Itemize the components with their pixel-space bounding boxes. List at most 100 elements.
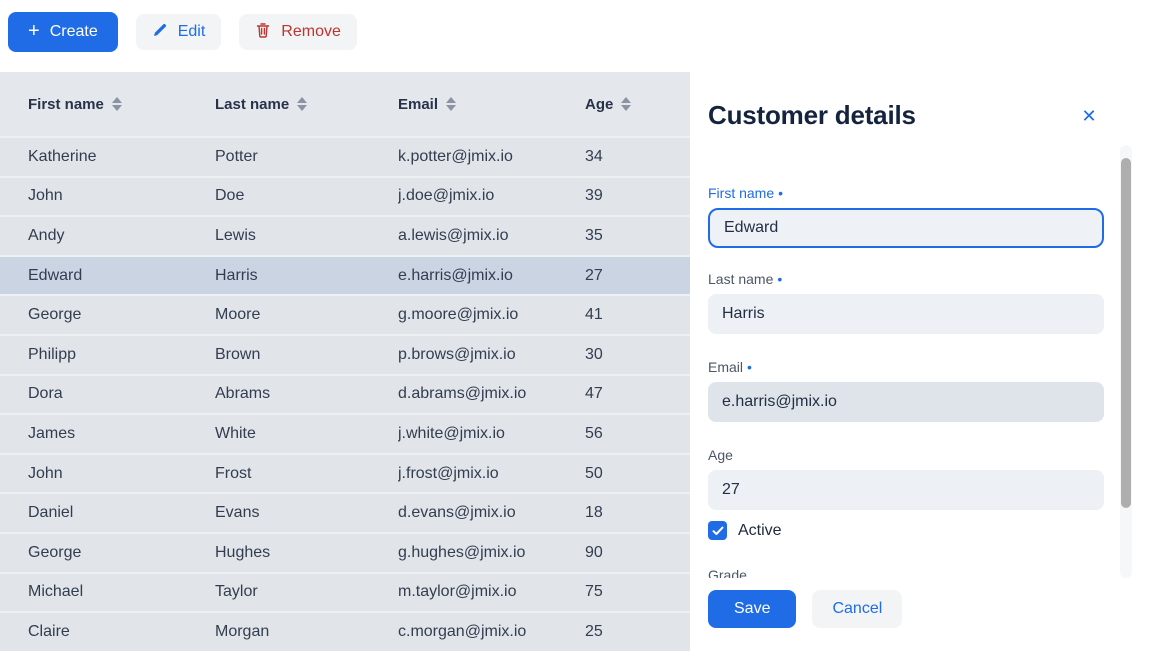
first-name-label: First name• bbox=[708, 185, 1104, 201]
table-cell: g.moore@jmix.io bbox=[398, 306, 585, 324]
email-field[interactable] bbox=[708, 382, 1104, 422]
grid-header-row: First name Last name EmailAge bbox=[0, 72, 690, 136]
panel-actions: Save Cancel bbox=[708, 590, 902, 628]
column-header-email[interactable]: Email bbox=[398, 96, 585, 113]
remove-button-label: Remove bbox=[281, 23, 341, 41]
table-row[interactable]: JamesWhitej.white@jmix.io56 bbox=[0, 413, 690, 453]
grade-label: Grade bbox=[708, 567, 1104, 578]
active-checkbox-row[interactable]: Active bbox=[708, 521, 1104, 540]
table-cell: Katherine bbox=[28, 148, 215, 166]
table-cell: j.white@jmix.io bbox=[398, 425, 585, 443]
table-cell: 25 bbox=[585, 623, 690, 641]
sort-arrows-icon[interactable] bbox=[297, 97, 307, 111]
remove-button[interactable]: Remove bbox=[239, 14, 357, 50]
panel-scrollbar-thumb[interactable] bbox=[1121, 158, 1131, 508]
sort-arrows-icon[interactable] bbox=[446, 97, 456, 111]
table-cell: 47 bbox=[585, 385, 690, 403]
table-row[interactable]: ClaireMorganc.morgan@jmix.io25 bbox=[0, 611, 690, 651]
table-cell: p.brows@jmix.io bbox=[398, 346, 585, 364]
table-cell: Evans bbox=[215, 504, 398, 522]
grid-body: KatherinePotterk.potter@jmix.io34JohnDoe… bbox=[0, 136, 690, 651]
table-cell: 50 bbox=[585, 465, 690, 483]
table-cell: George bbox=[28, 306, 215, 324]
table-cell: Philipp bbox=[28, 346, 215, 364]
email-label: Email• bbox=[708, 359, 1104, 375]
sort-arrows-icon[interactable] bbox=[112, 97, 122, 111]
last-name-label: Last name• bbox=[708, 271, 1104, 287]
table-row[interactable]: DoraAbramsd.abrams@jmix.io47 bbox=[0, 374, 690, 414]
table-cell: Doe bbox=[215, 187, 398, 205]
table-cell: e.harris@jmix.io bbox=[398, 267, 585, 285]
column-header-last-name[interactable]: Last name bbox=[215, 96, 398, 113]
active-checkbox-label: Active bbox=[738, 522, 782, 540]
table-cell: John bbox=[28, 465, 215, 483]
save-button[interactable]: Save bbox=[708, 590, 796, 628]
table-cell: j.doe@jmix.io bbox=[398, 187, 585, 205]
age-field[interactable] bbox=[708, 470, 1104, 510]
column-header-first-name[interactable]: First name bbox=[28, 96, 215, 113]
table-row[interactable]: EdwardHarrise.harris@jmix.io27 bbox=[0, 255, 690, 295]
table-cell: Frost bbox=[215, 465, 398, 483]
first-name-field[interactable] bbox=[708, 208, 1104, 248]
table-cell: 56 bbox=[585, 425, 690, 443]
pencil-icon bbox=[152, 22, 168, 43]
table-row[interactable]: KatherinePotterk.potter@jmix.io34 bbox=[0, 136, 690, 176]
table-row[interactable]: JohnDoej.doe@jmix.io39 bbox=[0, 176, 690, 216]
table-row[interactable]: GeorgeHughesg.hughes@jmix.io90 bbox=[0, 532, 690, 572]
table-cell: Hughes bbox=[215, 544, 398, 562]
table-cell: 27 bbox=[585, 267, 690, 285]
customer-details-panel: Customer details ✕ First name• Last name… bbox=[690, 0, 1150, 660]
table-cell: Lewis bbox=[215, 227, 398, 245]
table-cell: Potter bbox=[215, 148, 398, 166]
table-cell: Michael bbox=[28, 583, 215, 601]
table-cell: Harris bbox=[215, 267, 398, 285]
close-icon[interactable]: ✕ bbox=[1076, 103, 1102, 129]
table-cell: k.potter@jmix.io bbox=[398, 148, 585, 166]
required-indicator: • bbox=[778, 185, 783, 201]
details-form-scroll-area: First name• Last name• Email• Age bbox=[690, 145, 1150, 578]
column-header-age[interactable]: Age bbox=[585, 96, 690, 113]
age-label: Age bbox=[708, 447, 1104, 463]
create-button-label: Create bbox=[50, 23, 98, 41]
table-row[interactable]: GeorgeMooreg.moore@jmix.io41 bbox=[0, 294, 690, 334]
last-name-field[interactable] bbox=[708, 294, 1104, 334]
table-row[interactable]: MichaelTaylorm.taylor@jmix.io75 bbox=[0, 572, 690, 612]
table-row[interactable]: AndyLewisa.lewis@jmix.io35 bbox=[0, 215, 690, 255]
column-header-label: Last name bbox=[215, 96, 289, 113]
trash-icon bbox=[255, 22, 271, 43]
sort-arrows-icon[interactable] bbox=[621, 97, 631, 111]
create-button[interactable]: + Create bbox=[8, 12, 118, 52]
first-name-label-text: First name bbox=[708, 185, 774, 201]
table-cell: White bbox=[215, 425, 398, 443]
table-row[interactable]: DanielEvansd.evans@jmix.io18 bbox=[0, 492, 690, 532]
checkbox-checked-icon[interactable] bbox=[708, 521, 727, 540]
table-cell: d.abrams@jmix.io bbox=[398, 385, 585, 403]
table-cell: Brown bbox=[215, 346, 398, 364]
table-cell: m.taylor@jmix.io bbox=[398, 583, 585, 601]
plus-icon: + bbox=[28, 21, 40, 41]
table-cell: 35 bbox=[585, 227, 690, 245]
table-cell: j.frost@jmix.io bbox=[398, 465, 585, 483]
column-header-label: Age bbox=[585, 96, 613, 113]
app-window: + Create Edit Remove First name Last name… bbox=[0, 0, 1150, 660]
table-cell: 75 bbox=[585, 583, 690, 601]
edit-button[interactable]: Edit bbox=[136, 14, 222, 50]
panel-scrollbar-track[interactable] bbox=[1120, 145, 1132, 578]
required-indicator: • bbox=[777, 271, 782, 287]
table-cell: Abrams bbox=[215, 385, 398, 403]
table-cell: 30 bbox=[585, 346, 690, 364]
cancel-button[interactable]: Cancel bbox=[812, 590, 902, 628]
table-row[interactable]: PhilippBrownp.brows@jmix.io30 bbox=[0, 334, 690, 374]
customers-data-grid: First name Last name EmailAge KatherinePot… bbox=[0, 72, 690, 651]
table-row[interactable]: JohnFrostj.frost@jmix.io50 bbox=[0, 453, 690, 493]
table-cell: d.evans@jmix.io bbox=[398, 504, 585, 522]
email-label-text: Email bbox=[708, 359, 743, 375]
table-cell: 41 bbox=[585, 306, 690, 324]
table-cell: 39 bbox=[585, 187, 690, 205]
column-header-label: First name bbox=[28, 96, 104, 113]
last-name-label-text: Last name bbox=[708, 271, 773, 287]
table-cell: Taylor bbox=[215, 583, 398, 601]
table-cell: George bbox=[28, 544, 215, 562]
table-cell: c.morgan@jmix.io bbox=[398, 623, 585, 641]
table-cell: Moore bbox=[215, 306, 398, 324]
